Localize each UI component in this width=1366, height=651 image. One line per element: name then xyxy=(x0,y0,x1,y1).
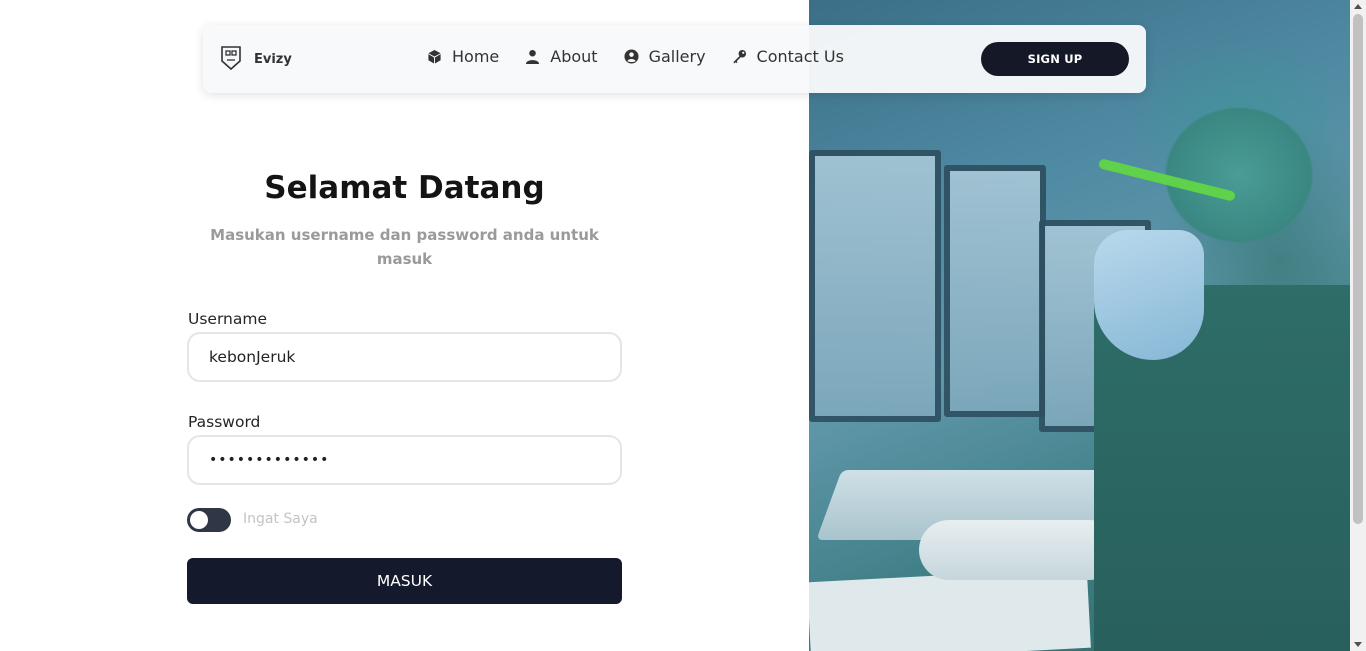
face-mask-shape xyxy=(1094,230,1204,360)
username-input[interactable]: kebonJeruk xyxy=(187,332,622,382)
sign-up-button[interactable]: SIGN UP xyxy=(981,42,1129,76)
shield-logo-icon xyxy=(221,46,241,71)
brand-name: Evizy xyxy=(254,52,292,67)
nav-item-label: About xyxy=(550,47,598,66)
navbar: Evizy Home About Gallery Contact Us SIGN… xyxy=(203,25,1146,93)
username-value: kebonJeruk xyxy=(209,348,296,366)
nav-item-label: Home xyxy=(452,47,500,66)
password-value: ••••••••••••• xyxy=(209,452,330,468)
nav-item-contact[interactable]: Contact Us xyxy=(732,47,844,66)
nav-item-home[interactable]: Home xyxy=(427,47,499,66)
nav-item-about[interactable]: About xyxy=(525,47,598,66)
page-scrollbar[interactable] xyxy=(1350,0,1366,651)
main-nav: Home About Gallery Contact Us xyxy=(427,47,844,66)
page-title: Selamat Datang xyxy=(264,170,545,206)
papers-shape xyxy=(809,567,1091,651)
nav-item-gallery[interactable]: Gallery xyxy=(624,47,706,66)
brand[interactable]: Evizy xyxy=(220,45,292,71)
scroll-up-arrow-icon[interactable] xyxy=(1354,4,1362,9)
monitor-shape xyxy=(944,165,1046,417)
password-label: Password xyxy=(188,413,261,431)
nav-item-label: Contact Us xyxy=(756,47,844,66)
username-label: Username xyxy=(188,310,268,328)
user-circle-icon xyxy=(624,49,639,64)
scroll-thumb[interactable] xyxy=(1353,14,1363,524)
monitor-shape xyxy=(809,150,941,422)
password-input[interactable]: ••••••••••••• xyxy=(187,435,622,485)
key-icon xyxy=(732,49,746,64)
cube-icon xyxy=(428,49,441,64)
user-icon xyxy=(526,49,540,64)
page-subtitle: Masukan username dan password anda untuk… xyxy=(210,226,599,268)
toggle-knob xyxy=(190,511,208,529)
nav-item-label: Gallery xyxy=(648,47,706,66)
remember-me-toggle[interactable] xyxy=(187,508,231,532)
hero-image xyxy=(809,0,1350,651)
login-button[interactable]: MASUK xyxy=(187,558,622,604)
glove-shape xyxy=(919,520,1119,580)
remember-me-label[interactable]: Ingat Saya xyxy=(243,511,318,527)
scroll-down-arrow-icon[interactable] xyxy=(1354,642,1362,647)
